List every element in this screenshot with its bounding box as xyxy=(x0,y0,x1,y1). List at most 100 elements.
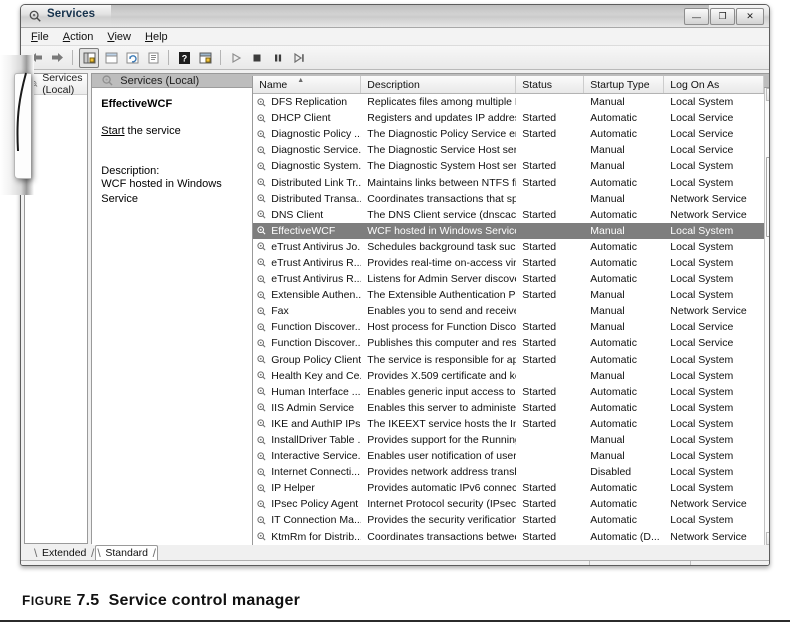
table-row[interactable]: DHCP Client Registers and updates IP addr… xyxy=(253,110,764,126)
cell-startup-type: Automatic xyxy=(590,482,637,495)
results-content: EffectiveWCF Start the service Descripti… xyxy=(92,76,769,545)
table-row[interactable]: Distributed Transa... Coordinates transac… xyxy=(253,191,764,207)
table-row[interactable]: eTrust Antivirus R... Provides real-time … xyxy=(253,255,764,271)
column-header-status[interactable]: Status xyxy=(516,76,585,93)
maximize-button[interactable]: ❐ xyxy=(710,8,735,25)
cell-name: Diagnostic Policy ... xyxy=(253,128,361,140)
stop-service-icon[interactable] xyxy=(248,49,266,67)
table-row[interactable]: IIS Admin Service Enables this server to … xyxy=(253,400,764,416)
tree-root-item[interactable]: Services (Local) xyxy=(25,72,88,96)
vertical-scrollbar[interactable]: ▲ ▼ xyxy=(764,88,769,545)
cell-status: Started xyxy=(522,514,557,527)
service-gear-icon xyxy=(257,178,266,187)
cell-description: The Diagnostic System Host service ... xyxy=(367,160,517,173)
table-row[interactable]: Health Key and Ce... Provides X.509 certi… xyxy=(253,368,764,384)
cell-log-on-as: Local Service xyxy=(670,128,734,141)
table-row[interactable]: Diagnostic Policy ... The Diagnostic Poli… xyxy=(253,126,764,142)
menu-file[interactable]: FFileile xyxy=(31,31,49,43)
cell-startup-type: Automatic xyxy=(590,337,637,350)
table-row[interactable]: Function Discover... Host process for Fun… xyxy=(253,319,764,335)
export-list-icon[interactable] xyxy=(102,49,120,67)
table-row[interactable]: IP Helper Provides automatic IPv6 connect… xyxy=(253,480,764,496)
table-row[interactable]: IT Connection Ma... Provides the security… xyxy=(253,512,764,528)
menu-view[interactable]: View xyxy=(107,31,131,43)
table-row[interactable]: Group Policy Client The service is respon… xyxy=(253,352,764,368)
column-header-log-on-as[interactable]: Log On As xyxy=(664,76,765,93)
pause-service-icon[interactable] xyxy=(269,49,287,67)
service-gear-icon xyxy=(257,371,266,380)
service-gear-icon xyxy=(257,500,266,509)
scroll-down-arrow-icon[interactable]: ▼ xyxy=(766,531,769,545)
table-row[interactable]: EffectiveWCF WCF hosted in Windows Servic… xyxy=(253,222,765,239)
service-name-text: InstallDriver Table ... xyxy=(271,434,362,447)
close-button[interactable]: ✕ xyxy=(736,8,764,25)
scrollbar-track[interactable] xyxy=(765,101,769,532)
properties-icon[interactable] xyxy=(144,49,162,67)
table-row[interactable]: Diagnostic System... The Diagnostic Syste… xyxy=(253,158,764,174)
service-gear-icon xyxy=(257,339,266,348)
scrollbar-thumb[interactable] xyxy=(766,157,769,237)
restart-service-icon[interactable] xyxy=(290,49,308,67)
caption-figure-word-rest: IGURE xyxy=(30,594,72,608)
refresh-icon[interactable] xyxy=(123,49,141,67)
menu-help[interactable]: Help xyxy=(145,31,168,43)
table-row[interactable]: Internet Connecti... Provides network add… xyxy=(253,464,764,480)
table-row[interactable]: IPsec Policy Agent Internet Protocol secu… xyxy=(253,496,764,512)
table-row[interactable]: Fax Enables you to send and receive fax..… xyxy=(253,303,764,319)
cell-status: Started xyxy=(522,128,557,141)
cell-startup-type: Automatic xyxy=(590,353,637,366)
cell-name: eTrust Antivirus R... xyxy=(253,257,361,269)
start-service-icon[interactable] xyxy=(227,49,245,67)
cell-startup-type: Automatic xyxy=(590,417,637,430)
service-gear-icon xyxy=(257,451,266,461)
column-header-startup-type[interactable]: Startup Type xyxy=(584,76,665,93)
show-action-pane-icon[interactable] xyxy=(196,49,214,67)
table-row[interactable]: Extensible Authen... The Extensible Authe… xyxy=(253,287,764,303)
forward-icon[interactable] xyxy=(48,49,66,67)
cell-description: Schedules background task such as ... xyxy=(367,240,516,253)
start-service-link[interactable]: Start xyxy=(101,125,124,137)
service-name-text: Health Key and Ce... xyxy=(271,369,362,382)
column-header-name-label: Name xyxy=(259,78,288,91)
show-hide-tree-icon[interactable] xyxy=(79,47,99,68)
status-panel-2 xyxy=(590,561,691,565)
sort-ascending-icon: ▲ xyxy=(297,77,305,84)
cell-description: Enables you to send and receive fax... xyxy=(367,305,517,318)
table-row[interactable]: IKE and AuthIP IPs... The IKEEXT service … xyxy=(253,416,764,432)
help-icon[interactable]: ? xyxy=(175,49,193,67)
cell-description: Provides real-time on-access virus p... xyxy=(367,256,516,269)
table-row[interactable]: Function Discover... Publishes this compu… xyxy=(253,335,764,351)
table-row[interactable]: eTrust Antivirus Jo... Schedules backgrou… xyxy=(253,239,764,255)
service-name-text: Diagnostic Service... xyxy=(271,144,362,157)
cell-startup-type: Manual xyxy=(590,434,625,447)
table-row[interactable]: Interactive Service... Enables user notif… xyxy=(253,448,764,464)
services-window: Services — ❐ ✕ FFileile Action View Help xyxy=(20,4,770,566)
table-row[interactable]: Diagnostic Service... The Diagnostic Serv… xyxy=(253,142,764,158)
cell-name: KtmRm for Distrib... xyxy=(253,531,361,543)
column-header-name[interactable]: Name ▲ xyxy=(253,76,362,93)
column-header-description[interactable]: Description xyxy=(361,76,517,93)
service-gear-icon xyxy=(257,194,266,203)
table-row[interactable]: InstallDriver Table ... Provides support … xyxy=(253,432,764,448)
service-name-text: Function Discover... xyxy=(271,337,362,350)
scroll-up-arrow-icon[interactable]: ▲ xyxy=(766,88,769,101)
service-name-text: IKE and AuthIP IPs... xyxy=(271,417,362,430)
tab-extended[interactable]: \ Extended / xyxy=(33,546,95,560)
table-row[interactable]: KtmRm for Distrib... Coordinates transact… xyxy=(253,529,764,545)
back-icon[interactable] xyxy=(27,49,45,67)
minimize-button[interactable]: — xyxy=(684,8,709,25)
service-name-text: eTrust Antivirus Jo... xyxy=(271,240,362,253)
cell-startup-type: Automatic xyxy=(590,498,637,511)
menu-action[interactable]: Action xyxy=(63,31,94,43)
cell-description: Provides network address translatio... xyxy=(367,466,517,479)
cell-status: Started xyxy=(522,401,557,414)
table-row[interactable]: eTrust Antivirus R... Listens for Admin S… xyxy=(253,271,764,287)
table-row[interactable]: Distributed Link Tr... Maintains links be… xyxy=(253,174,764,190)
table-row[interactable]: DFS Replication Replicates files among mu… xyxy=(253,94,764,110)
table-row[interactable]: Human Interface ... Enables generic input… xyxy=(253,384,764,400)
tab-extended-label: Extended xyxy=(42,547,87,559)
tab-standard[interactable]: \ Standard / xyxy=(95,545,158,560)
tab-slash-right-2: / xyxy=(152,546,156,560)
table-row[interactable]: DNS Client The DNS Client service (dnscac… xyxy=(253,207,764,223)
detail-service-name: EffectiveWCF xyxy=(101,98,173,110)
